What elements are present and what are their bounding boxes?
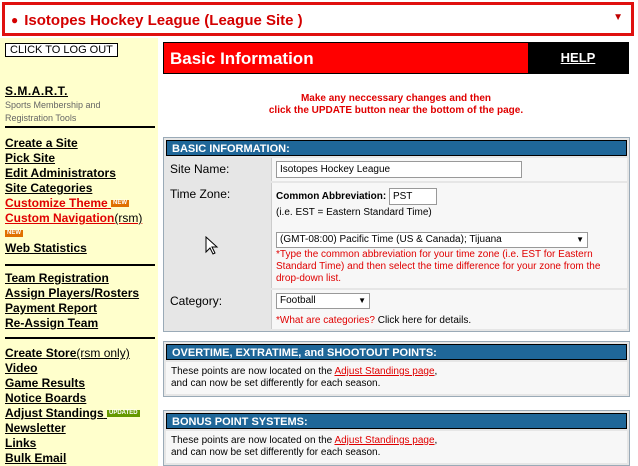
basic-info-panel: BASIC INFORMATION: Site Name: Isotopes H… [163, 137, 630, 332]
overtime-heading: OVERTIME, EXTRATIME, and SHOOTOUT POINTS… [166, 344, 627, 360]
timezone-select-value: (GMT-08:00) Pacific Time (US & Canada); … [280, 234, 502, 245]
chevron-down-icon: ▼ [576, 235, 584, 244]
bonus-text-1: These points are now located on the [171, 435, 335, 446]
nav-links[interactable]: Links [5, 436, 140, 451]
nav-adjust-standings[interactable]: Adjust Standings UPDATED [5, 406, 140, 421]
divider [5, 337, 155, 339]
bonus-text-3: and can now be set differently for each … [171, 447, 381, 458]
rsm-only-tag: (rsm only) [76, 346, 130, 360]
logout-button[interactable]: CLICK TO LOG OUT [5, 43, 118, 57]
nav-create-store[interactable]: Create Store(rsm only) [5, 346, 140, 361]
smart-logo: S.M.A.R.T. Sports Membership and Registr… [5, 84, 101, 124]
category-row: Category: Football ▼ *What are categories… [166, 290, 627, 329]
common-abbr-input[interactable]: PST [388, 188, 437, 205]
nav-group-site: Create a Site Pick Site Edit Administrat… [5, 136, 142, 256]
overtime-panel: OVERTIME, EXTRATIME, and SHOOTOUT POINTS… [163, 341, 630, 397]
abbr-example: (i.e. EST = Eastern Standard Time) [276, 207, 432, 218]
site-selector-value: Isotopes Hockey League (League Site ) [24, 11, 303, 29]
nav-edit-administrators[interactable]: Edit Administrators [5, 166, 142, 181]
bonus-heading: BONUS POINT SYSTEMS: [166, 413, 627, 429]
nav-newsletter[interactable]: Newsletter [5, 421, 140, 436]
smart-subtitle-2: Registration Tools [5, 113, 77, 123]
notice-line-2: click the UPDATE button near the bottom … [268, 105, 524, 116]
site-name-label: Site Name: [166, 158, 271, 181]
instructions-notice: Make any neccessary changes and then cli… [163, 93, 629, 117]
category-select[interactable]: Football ▼ [276, 293, 370, 309]
smart-subtitle-1: Sports Membership and [5, 100, 101, 110]
smart-title[interactable]: S.M.A.R.T. [5, 84, 101, 98]
new-badge: NEW [111, 200, 130, 208]
overtime-info: These points are now located on the Adju… [166, 362, 627, 394]
mouse-cursor-icon [205, 236, 219, 255]
nav-bulk-email[interactable]: Bulk Email [5, 451, 140, 466]
new-badge: NEW [5, 230, 23, 238]
nav-web-statistics[interactable]: Web Statistics [5, 241, 142, 256]
rsm-tag: (rsm) [114, 211, 143, 225]
timezone-cell: Common Abbreviation: PST (i.e. EST = Eas… [271, 183, 627, 288]
adjust-standings-link[interactable]: Adjust Standings page [334, 435, 434, 446]
category-cell: Football ▼ *What are categories? Click he… [271, 290, 627, 329]
overtime-text-3: and can now be set differently for each … [171, 378, 381, 389]
nav-customize-theme-label: Customize Theme [5, 196, 108, 210]
adjust-standings-link[interactable]: Adjust Standings page [334, 366, 434, 377]
chevron-down-icon: ▼ [358, 296, 366, 305]
overtime-text-2: , [434, 366, 438, 377]
nav-payment-report[interactable]: Payment Report [5, 301, 139, 316]
bonus-panel: BONUS POINT SYSTEMS: These points are no… [163, 410, 630, 466]
category-help-text: Click here for details. [374, 315, 472, 326]
nav-adjust-standings-label: Adjust Standings [5, 406, 104, 420]
nav-game-results[interactable]: Game Results [5, 376, 140, 391]
what-are-categories-link[interactable]: *What are categories? [276, 315, 375, 326]
notice-line-1: Make any neccessary changes and then [300, 93, 492, 104]
site-name-input[interactable]: Isotopes Hockey League [276, 161, 522, 178]
nav-team-registration[interactable]: Team Registration [5, 271, 139, 286]
common-abbr-label: Common Abbreviation: [276, 191, 387, 202]
nav-video[interactable]: Video [5, 361, 140, 376]
site-selector[interactable]: ● Isotopes Hockey League (League Site ) … [11, 9, 623, 31]
divider [5, 264, 155, 266]
overtime-text-1: These points are now located on the [171, 366, 335, 377]
bonus-info: These points are now located on the Adju… [166, 431, 627, 463]
nav-site-categories[interactable]: Site Categories [5, 181, 142, 196]
timezone-select[interactable]: (GMT-08:00) Pacific Time (US & Canada); … [276, 232, 588, 248]
nav-pick-site[interactable]: Pick Site [5, 151, 142, 166]
site-selector-frame: ● Isotopes Hockey League (League Site ) … [2, 2, 634, 36]
bullet-icon: ● [11, 13, 19, 27]
chevron-down-icon: ▼ [613, 12, 623, 23]
nav-group-content: Create Store(rsm only) Video Game Result… [5, 346, 140, 466]
site-name-cell: Isotopes Hockey League [271, 158, 627, 181]
timezone-note: *Type the common abbreviation for your t… [276, 249, 601, 284]
timezone-row: Time Zone: Common Abbreviation: PST (i.e… [166, 183, 627, 288]
nav-reassign-team[interactable]: Re-Assign Team [5, 316, 139, 331]
nav-assign-players[interactable]: Assign Players/Rosters [5, 286, 139, 301]
site-name-row: Site Name: Isotopes Hockey League [166, 158, 627, 181]
nav-group-teams: Team Registration Assign Players/Rosters… [5, 271, 139, 331]
page-header: Basic Information HELP [163, 42, 629, 74]
category-select-value: Football [280, 295, 316, 306]
nav-create-store-label: Create Store [5, 346, 77, 360]
sidebar: CLICK TO LOG OUT S.M.A.R.T. Sports Membe… [0, 38, 158, 466]
updated-badge: UPDATED [107, 410, 140, 418]
nav-customize-theme[interactable]: Customize Theme NEW [5, 196, 142, 211]
nav-notice-boards[interactable]: Notice Boards [5, 391, 140, 406]
divider [5, 126, 155, 128]
basic-info-heading: BASIC INFORMATION: [166, 140, 627, 156]
page-title: Basic Information [170, 49, 314, 68]
nav-custom-navigation-label: Custom Navigation [5, 211, 115, 225]
help-button[interactable]: HELP [528, 43, 628, 73]
category-label: Category: [166, 290, 271, 329]
bonus-text-2: , [434, 435, 438, 446]
nav-custom-navigation[interactable]: Custom Navigation(rsm) [5, 211, 142, 226]
nav-create-site[interactable]: Create a Site [5, 136, 142, 151]
